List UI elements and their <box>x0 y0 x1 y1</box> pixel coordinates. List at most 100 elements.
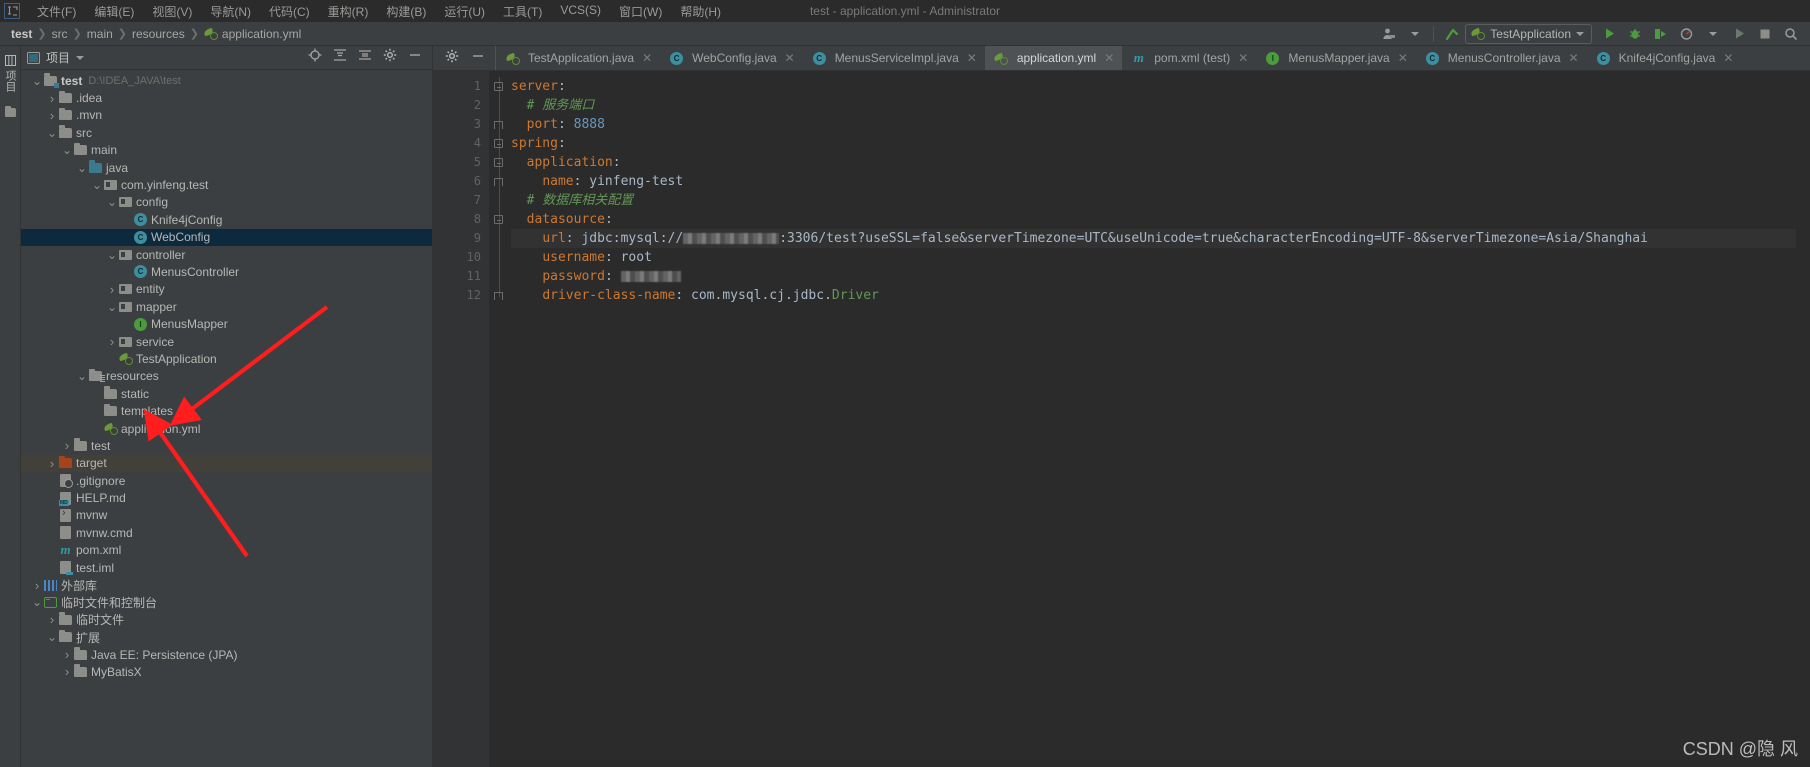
menu-item-11[interactable]: 帮助(H) <box>671 3 730 20</box>
chevron-right-icon[interactable]: › <box>106 282 118 297</box>
run-button-secondary[interactable] <box>1726 23 1752 45</box>
tree-node-service[interactable]: › service <box>21 333 432 350</box>
update-project-icon[interactable] <box>1439 23 1465 45</box>
chevron-down-icon[interactable]: ⌄ <box>106 301 118 313</box>
tree-node-java[interactable]: ⌄ java <box>21 159 432 176</box>
menu-item-0[interactable]: 文件(F) <box>28 3 85 20</box>
search-everywhere-icon[interactable] <box>1778 23 1804 45</box>
breadcrumb-item-3[interactable]: resources <box>129 27 188 41</box>
close-icon[interactable]: ✕ <box>785 51 795 65</box>
tree-node-pom-xml[interactable]: ·m pom.xml <box>21 542 432 559</box>
menu-item-6[interactable]: 构建(B) <box>377 3 435 20</box>
tree-node-main[interactable]: ⌄ main <box>21 142 432 159</box>
code-content[interactable]: server: # 服务端口 port: 8888 spring: applica… <box>511 71 1796 767</box>
editor-tab-webconfig-java[interactable]: C WebConfig.java ✕ <box>660 46 803 70</box>
tree-node-entity[interactable]: › entity <box>21 281 432 298</box>
run-configuration-selector[interactable]: TestApplication <box>1465 23 1592 44</box>
breadcrumb-item-0[interactable]: test <box>8 27 35 41</box>
menu-item-5[interactable]: 重构(R) <box>319 3 378 20</box>
tree-node-static[interactable]: · static <box>21 385 432 402</box>
tree-node-application-yml[interactable]: · application.yml <box>21 420 432 437</box>
chevron-down-icon[interactable]: ⌄ <box>76 370 88 382</box>
close-icon[interactable]: ✕ <box>1398 51 1408 65</box>
gear-icon[interactable] <box>445 49 459 68</box>
breadcrumb-item-file[interactable]: application.yml <box>201 27 304 41</box>
tree-node--[interactable]: › 临时文件 <box>21 611 432 628</box>
chevron-down-icon[interactable] <box>76 55 85 60</box>
chevron-right-icon[interactable]: › <box>61 647 73 662</box>
tree-node--gitignore[interactable]: · .gitignore <box>21 472 432 489</box>
fold-collapse-icon[interactable] <box>494 82 503 91</box>
tree-node-menusmapper[interactable]: ·IMenusMapper <box>21 315 432 332</box>
chevron-down-icon[interactable]: ⌄ <box>46 631 58 643</box>
debug-button[interactable] <box>1622 23 1648 45</box>
tree-node-target[interactable]: › target <box>21 454 432 472</box>
close-icon[interactable]: ✕ <box>642 51 652 65</box>
tree-node-mapper[interactable]: ⌄ mapper <box>21 298 432 315</box>
close-icon[interactable]: ✕ <box>1104 51 1114 65</box>
tree-node--idea[interactable]: › .idea <box>21 89 432 106</box>
collapse-all-icon[interactable] <box>358 48 372 67</box>
folder-icon[interactable] <box>4 105 17 119</box>
editor-tab-menusserviceimpl-java[interactable]: C MenusServiceImpl.java ✕ <box>803 46 985 70</box>
menu-item-7[interactable]: 运行(U) <box>435 3 494 20</box>
hide-editor-icon[interactable] <box>471 49 485 68</box>
stop-button[interactable] <box>1752 23 1778 45</box>
chevron-right-icon[interactable]: › <box>46 91 58 106</box>
tree-node--mvn[interactable]: › .mvn <box>21 107 432 124</box>
chevron-right-icon[interactable]: › <box>46 108 58 123</box>
menu-item-8[interactable]: 工具(T) <box>494 3 551 20</box>
menu-item-3[interactable]: 导航(N) <box>201 3 260 20</box>
editor-tab-menuscontroller-java[interactable]: C MenusController.java ✕ <box>1416 46 1587 70</box>
fold-collapse-icon[interactable] <box>494 158 503 167</box>
breadcrumb-item-1[interactable]: src <box>49 27 71 41</box>
tree-node-java-ee-persistence-jpa-[interactable]: › Java EE: Persistence (JPA) <box>21 646 432 663</box>
editor-scrollbar[interactable] <box>1796 71 1810 767</box>
tree-node-mvnw-cmd[interactable]: · mvnw.cmd <box>21 524 432 541</box>
tree-node-help-md[interactable]: · HELP.md <box>21 489 432 506</box>
editor-tab-testapplication-java[interactable]: TestApplication.java ✕ <box>496 46 660 70</box>
code-folding-gutter[interactable] <box>489 71 511 767</box>
expand-all-icon[interactable] <box>333 48 347 67</box>
menu-item-4[interactable]: 代码(C) <box>260 3 319 20</box>
tree-node-test-iml[interactable]: · test.iml <box>21 559 432 576</box>
run-with-coverage-button[interactable] <box>1648 23 1674 45</box>
chevron-down-icon[interactable]: ⌄ <box>46 127 58 139</box>
locate-icon[interactable] <box>308 48 322 67</box>
chevron-down-icon[interactable]: ⌄ <box>61 144 73 156</box>
tree-node-controller[interactable]: ⌄ controller <box>21 246 432 263</box>
chevron-down-icon[interactable]: ⌄ <box>76 162 88 174</box>
chevron-down-icon[interactable]: ⌄ <box>91 179 103 191</box>
profile-button[interactable] <box>1674 23 1700 45</box>
chevron-right-icon[interactable]: › <box>61 664 73 679</box>
editor-tab-application-yml[interactable]: application.yml ✕ <box>984 46 1123 70</box>
close-icon[interactable]: ✕ <box>1569 51 1579 65</box>
chevron-down-icon[interactable]: ⌄ <box>106 196 118 208</box>
tree-node-knife4jconfig[interactable]: ·CKnife4jConfig <box>21 211 432 228</box>
hide-panel-icon[interactable] <box>408 48 422 67</box>
menu-item-2[interactable]: 视图(V) <box>143 3 201 20</box>
fold-end-icon[interactable] <box>494 292 503 300</box>
chevron-right-icon[interactable]: › <box>46 456 58 471</box>
editor-tab-menusmapper-java[interactable]: I MenusMapper.java ✕ <box>1256 46 1415 70</box>
tree-node-com-yinfeng-test[interactable]: ⌄ com.yinfeng.test <box>21 176 432 193</box>
fold-end-icon[interactable] <box>494 121 503 129</box>
run-button[interactable] <box>1596 23 1622 45</box>
chevron-right-icon[interactable]: › <box>31 578 43 593</box>
editor-tab-pom-xml-test-[interactable]: m pom.xml (test) ✕ <box>1122 46 1256 70</box>
tree-node-templates[interactable]: · templates <box>21 402 432 419</box>
chevron-right-icon[interactable]: › <box>106 334 118 349</box>
tree-node-webconfig[interactable]: ·CWebConfig <box>21 228 432 246</box>
fold-collapse-icon[interactable] <box>494 215 503 224</box>
chevron-down-icon[interactable]: ⌄ <box>31 75 43 87</box>
tree-node--[interactable]: ⌄ 扩展 <box>21 629 432 646</box>
fold-end-icon[interactable] <box>494 178 503 186</box>
tree-node-resources[interactable]: ⌄ resources <box>21 368 432 385</box>
tree-node-mybatisx[interactable]: › MyBatisX <box>21 663 432 680</box>
tree-node-menuscontroller[interactable]: ·CMenusController <box>21 263 432 280</box>
tree-node-test[interactable]: › test <box>21 437 432 454</box>
chevron-down-icon[interactable] <box>1402 23 1428 45</box>
chevron-down-icon[interactable]: ⌄ <box>31 596 43 608</box>
tree-node-test[interactable]: ⌄ test D:\IDEA_JAVA\test <box>21 72 432 89</box>
tree-node-testapplication[interactable]: · TestApplication <box>21 350 432 367</box>
